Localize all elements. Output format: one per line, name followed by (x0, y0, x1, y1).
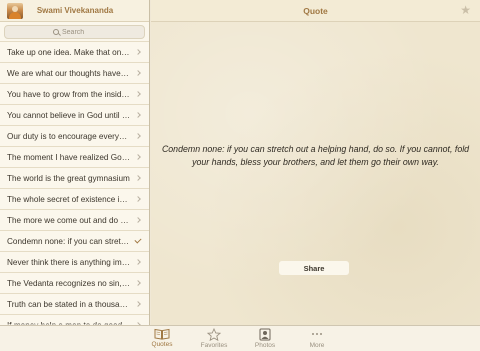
list-item-label: The more we come out and do good to othe… (7, 215, 136, 225)
list-item-label: Truth can be stated in a thousand differ… (7, 299, 136, 309)
list-item-label: You have to grow from the inside out (7, 89, 136, 99)
chevron-right-icon (135, 49, 141, 55)
quote-list-sidebar: Swami Vivekananda Take up one idea. Make… (0, 0, 150, 325)
tab-bar: Quotes Favorites Photos More (0, 325, 480, 351)
list-item[interactable]: The world is the great gymnasium (0, 168, 149, 189)
list-item[interactable]: Truth can be stated in a thousand differ… (0, 294, 149, 315)
list-item[interactable]: The Vedanta recognizes no sin, it only r… (0, 273, 149, 294)
list-item-label: You cannot believe in God until you beli… (7, 110, 136, 120)
quote-list: Take up one idea. Make that one idea you… (0, 42, 149, 325)
chevron-right-icon (135, 196, 141, 202)
sidebar-title: Swami Vivekananda (36, 6, 114, 15)
chevron-right-icon (135, 154, 141, 160)
favorite-star-icon[interactable]: ★ (460, 4, 471, 16)
list-item-label: Our duty is to encourage everyone in his… (7, 131, 136, 141)
star-icon (207, 328, 221, 341)
tab-quotes-label: Quotes (151, 341, 173, 348)
list-item[interactable]: You cannot believe in God until you beli… (0, 105, 149, 126)
list-item[interactable]: We are what our thoughts have made us (0, 63, 149, 84)
list-item[interactable]: The more we come out and do good to othe… (0, 210, 149, 231)
list-item[interactable]: Never think there is anything impossible… (0, 252, 149, 273)
tab-photos-label: Photos (254, 342, 276, 349)
list-item[interactable]: Take up one idea. Make that one idea you… (0, 42, 149, 63)
sidebar-header: Swami Vivekananda (0, 0, 149, 22)
list-item-label: The world is the great gymnasium (7, 173, 130, 183)
share-button[interactable]: Share (279, 261, 349, 275)
avatar (7, 2, 23, 19)
list-item-label: Take up one idea. Make that one idea you… (7, 47, 136, 57)
quote-detail-pane: Quote ★ Condemn none: if you can stretch… (151, 0, 480, 325)
search-input[interactable] (62, 28, 96, 36)
list-item-label: The whole secret of existence is to have… (7, 194, 136, 204)
search-field[interactable] (4, 25, 145, 39)
tab-quotes[interactable]: Quotes (142, 328, 182, 348)
chevron-right-icon (135, 70, 141, 76)
tab-more-label: More (309, 342, 325, 349)
tab-more[interactable]: More (297, 328, 337, 349)
list-item-label: Condemn none: if you can stretch out a h… (7, 236, 136, 246)
list-item[interactable]: The whole secret of existence is to have… (0, 189, 149, 210)
chevron-right-icon (135, 280, 141, 286)
photo-icon (259, 328, 271, 341)
list-item-label: Never think there is anything impossible… (7, 257, 136, 267)
list-item-label: The Vedanta recognizes no sin, it only r… (7, 278, 136, 288)
tab-favorites[interactable]: Favorites (194, 328, 234, 349)
search-icon (53, 29, 59, 35)
quote-text: Condemn none: if you can stretch out a h… (161, 144, 470, 167)
tab-favorites-label: Favorites (200, 342, 228, 349)
detail-header: Quote ★ (151, 0, 480, 22)
page-title: Quote (303, 5, 328, 16)
list-item[interactable]: Condemn none: if you can stretch out a h… (0, 231, 149, 252)
chevron-right-icon (135, 91, 141, 97)
list-item[interactable]: Our duty is to encourage everyone in his… (0, 126, 149, 147)
list-item[interactable]: You have to grow from the inside out (0, 84, 149, 105)
chevron-right-icon (135, 175, 141, 181)
chevron-right-icon (135, 259, 141, 265)
chevron-right-icon (135, 301, 141, 307)
search-bar (0, 22, 149, 42)
more-icon (312, 333, 322, 335)
chevron-right-icon (135, 217, 141, 223)
book-icon (154, 328, 170, 340)
list-item-label: We are what our thoughts have made us (7, 68, 136, 78)
list-item[interactable]: The moment I have realized God sitting i… (0, 147, 149, 168)
chevron-right-icon (135, 133, 141, 139)
chevron-right-icon (135, 112, 141, 118)
tab-photos[interactable]: Photos (245, 328, 285, 349)
list-item[interactable]: If money help a man to do good to others (0, 315, 149, 325)
list-item-label: The moment I have realized God sitting i… (7, 152, 136, 162)
